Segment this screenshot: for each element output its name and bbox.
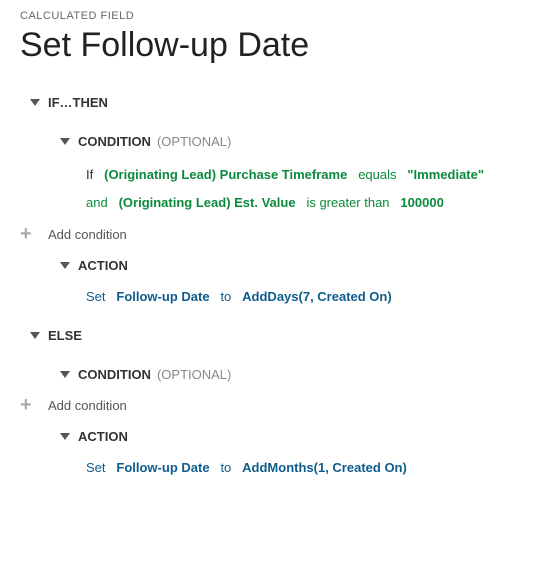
else-action-line[interactable]: Set Follow-up Date to AddMonths(1, Creat… (86, 458, 513, 479)
ifthen-action-header-row[interactable]: ACTION (60, 256, 513, 277)
optional-label: (OPTIONAL) (157, 365, 231, 386)
kw-and: and (86, 195, 108, 210)
else-label: ELSE (48, 326, 82, 347)
breadcrumb: CALCULATED FIELD (20, 10, 513, 22)
action-field: Follow-up Date (116, 460, 209, 475)
cond-field: (Originating Lead) Purchase Timeframe (104, 167, 347, 182)
cond-op: is greater than (306, 195, 389, 210)
cond-value: 100000 (400, 195, 443, 210)
cond-field: (Originating Lead) Est. Value (119, 195, 296, 210)
caret-down-icon (60, 138, 70, 145)
action-field: Follow-up Date (116, 289, 209, 304)
caret-down-icon (30, 99, 40, 106)
caret-down-icon (60, 262, 70, 269)
optional-label: (OPTIONAL) (157, 132, 231, 153)
ifthen-label: IF…THEN (48, 93, 108, 114)
ifthen-header-row[interactable]: IF…THEN (30, 93, 513, 114)
else-condition-header-row[interactable]: CONDITION (OPTIONAL) (60, 365, 513, 386)
add-condition-label: Add condition (48, 398, 127, 413)
ifthen-action-line[interactable]: Set Follow-up Date to AddDays(7, Created… (86, 287, 513, 308)
condition-line-1[interactable]: If (Originating Lead) Purchase Timeframe… (86, 165, 513, 186)
plus-icon: + (20, 395, 48, 415)
condition-label: CONDITION (78, 365, 151, 386)
action-label: ACTION (78, 256, 128, 277)
kw-to: to (220, 460, 231, 475)
else-header-row[interactable]: ELSE (30, 326, 513, 347)
kw-if: If (86, 167, 93, 182)
add-condition-row[interactable]: + Add condition (20, 224, 513, 244)
caret-down-icon (60, 371, 70, 378)
cond-op: equals (358, 167, 396, 182)
condition-label: CONDITION (78, 132, 151, 153)
kw-set: Set (86, 460, 106, 475)
add-condition-label: Add condition (48, 227, 127, 242)
cond-value: "Immediate" (407, 167, 484, 182)
action-function: AddMonths(1, Created On) (242, 460, 407, 475)
kw-to: to (220, 289, 231, 304)
caret-down-icon (60, 433, 70, 440)
caret-down-icon (30, 332, 40, 339)
page-title: Set Follow-up Date (20, 26, 513, 65)
condition-line-2[interactable]: and (Originating Lead) Est. Value is gre… (86, 193, 513, 214)
plus-icon: + (20, 224, 48, 244)
add-condition-row[interactable]: + Add condition (20, 395, 513, 415)
action-label: ACTION (78, 427, 128, 448)
action-function: AddDays(7, Created On) (242, 289, 392, 304)
ifthen-condition-header-row[interactable]: CONDITION (OPTIONAL) (60, 132, 513, 153)
kw-set: Set (86, 289, 106, 304)
else-action-header-row[interactable]: ACTION (60, 427, 513, 448)
